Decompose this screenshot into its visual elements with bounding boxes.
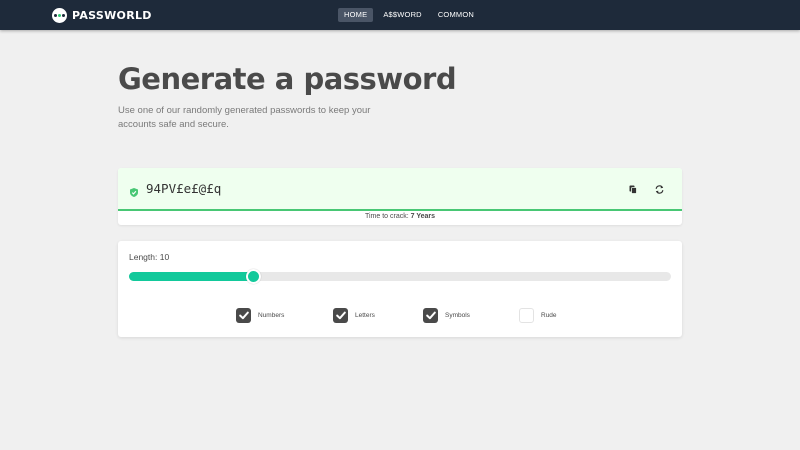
- checkbox-symbols-box[interactable]: [423, 308, 438, 323]
- length-slider[interactable]: [129, 269, 671, 284]
- password-card: 94PV£e£@£q Time to crack: 7 Years: [118, 168, 682, 225]
- password-row: 94PV£e£@£q: [118, 168, 682, 209]
- checkbox-letters[interactable]: Letters: [333, 308, 375, 323]
- checkbox-row: Numbers Letters Symbols Rude: [118, 308, 682, 324]
- page-subtitle: Use one of our randomly generated passwo…: [118, 105, 371, 130]
- nav-links: HOME A$$WORD COMMON: [338, 8, 480, 22]
- strength-bar: [118, 209, 682, 211]
- logo-icon: [52, 7, 67, 23]
- checkbox-letters-box[interactable]: [333, 308, 348, 323]
- brand[interactable]: PASSWORLD: [52, 7, 152, 23]
- regenerate-button[interactable]: [652, 182, 666, 196]
- checkmark-icon: [335, 311, 346, 320]
- copy-button[interactable]: [626, 182, 640, 196]
- brand-name: PASSWORLD: [72, 8, 152, 22]
- checkbox-rude-box[interactable]: [519, 308, 534, 323]
- password-value[interactable]: 94PV£e£@£q: [146, 181, 221, 196]
- slider-thumb[interactable]: [246, 269, 262, 284]
- crack-time-value: 7 Years: [410, 213, 436, 220]
- nav-link-home[interactable]: HOME: [338, 8, 374, 22]
- navbar: PASSWORLD HOME A$$WORD COMMON: [0, 0, 800, 30]
- crack-time: Time to crack: 7 Years: [118, 213, 682, 220]
- slider-fill: [129, 272, 254, 281]
- shield-check-icon: [130, 184, 138, 197]
- checkmark-icon: [425, 311, 436, 320]
- checkbox-numbers-label: Numbers: [258, 312, 285, 319]
- page-title: Generate a password: [118, 62, 457, 96]
- crack-time-label: Time to crack:: [364, 213, 409, 220]
- copy-icon: [629, 185, 637, 194]
- checkbox-rude-label: Rude: [541, 312, 557, 319]
- checkbox-numbers[interactable]: Numbers: [236, 308, 284, 323]
- checkmark-icon: [238, 311, 249, 320]
- options-card: Length: 10 Numbers Letters Symbols Rude: [118, 241, 682, 337]
- checkbox-numbers-box[interactable]: [236, 308, 251, 323]
- checkbox-symbols-label: Symbols: [445, 312, 470, 319]
- length-label: Length: 10: [129, 252, 170, 262]
- refresh-icon: [655, 184, 663, 194]
- checkbox-symbols[interactable]: Symbols: [423, 308, 470, 323]
- checkbox-letters-label: Letters: [355, 312, 375, 319]
- checkbox-rude[interactable]: Rude: [519, 308, 557, 323]
- nav-link-common[interactable]: COMMON: [432, 8, 480, 22]
- strength-fill: [118, 209, 682, 211]
- nav-link-assword[interactable]: A$$WORD: [377, 8, 428, 22]
